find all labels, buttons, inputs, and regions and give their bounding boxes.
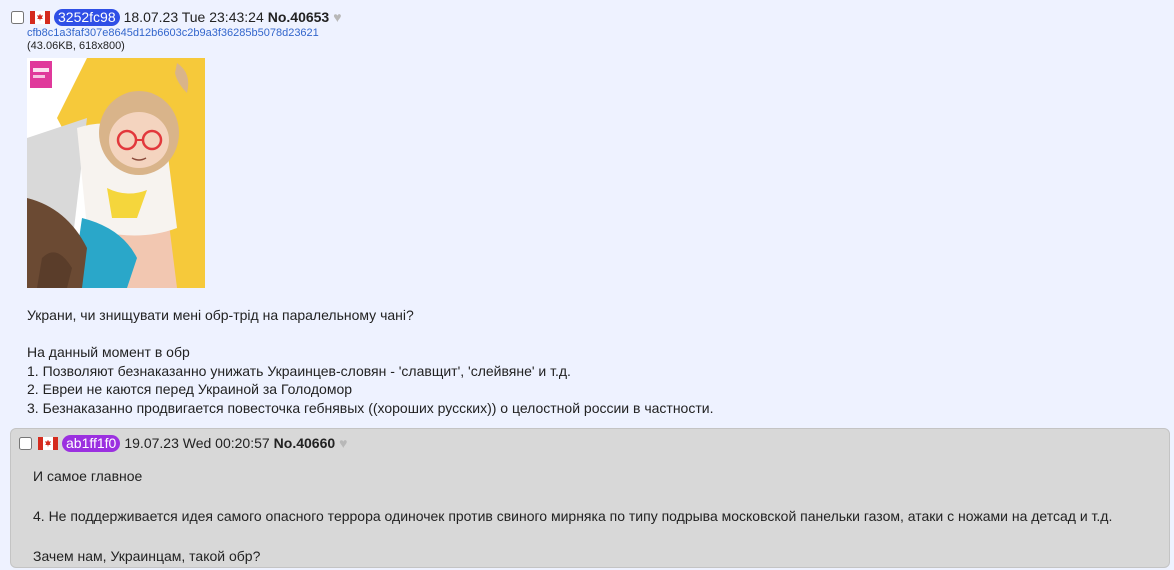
reply-body-line: 4. Не поддерживается идея самого опасног… [33,508,1113,524]
reply-post-body: И самое главное 4. Не поддерживается иде… [33,466,1112,566]
reply-poster-id-badge[interactable]: ab1ff1f0 [62,434,121,452]
reply-post: ab1ff1f0 19.07.23 Wed 00:20:57 No.40660 … [10,428,1170,568]
op-select-checkbox[interactable] [11,10,24,24]
op-body-line: 3. Безнаказанно продвигается повесточка … [27,399,714,416]
reply-post-number[interactable]: No.40660 [274,435,335,451]
op-post-number[interactable]: No.40653 [268,9,329,25]
op-body-line: На данный момент в обр [27,344,190,360]
op-file-info: (43.06KB, 618x800) [27,40,125,52]
canada-flag-icon [38,436,58,450]
op-post: 3252fc98 18.07.23 Tue 23:43:24 No.40653 … [0,0,1174,570]
op-body-line: Украни, чи знищувати мені обр-трід на па… [27,307,414,323]
op-heart-icon[interactable]: ♥ [333,9,341,25]
op-body-line: 1. Позволяют безнаказанно унижать Украин… [27,362,571,379]
op-post-header: 3252fc98 18.07.23 Tue 23:43:24 No.40653 … [11,8,342,26]
reply-post-header: ab1ff1f0 19.07.23 Wed 00:20:57 No.40660 … [19,434,347,452]
op-post-body: Украни, чи знищувати мені обр-трід на па… [27,306,713,417]
canada-flag-icon [30,10,50,24]
reply-body-line: И самое главное [33,468,143,484]
reply-post-date: 19.07.23 Wed 00:20:57 [124,435,270,451]
op-file-link[interactable]: cfb8c1a3faf307e8645d12b6603c2b9a3f36285b… [27,27,319,39]
reply-body-blank-line [33,486,1112,506]
reply-body-blank-line [33,526,1112,546]
op-body-blank-line [27,325,713,344]
op-poster-id-badge[interactable]: 3252fc98 [54,8,120,26]
op-body-line: 2. Евреи не каются перед Украиной за Гол… [27,381,353,397]
reply-body-line: Зачем нам, Украинцам, такой обр? [33,548,261,564]
op-post-date: 18.07.23 Tue 23:43:24 [123,9,264,25]
reply-heart-icon[interactable]: ♥ [339,435,347,451]
reply-select-checkbox[interactable] [19,436,32,450]
op-thumbnail-image[interactable] [27,58,205,288]
